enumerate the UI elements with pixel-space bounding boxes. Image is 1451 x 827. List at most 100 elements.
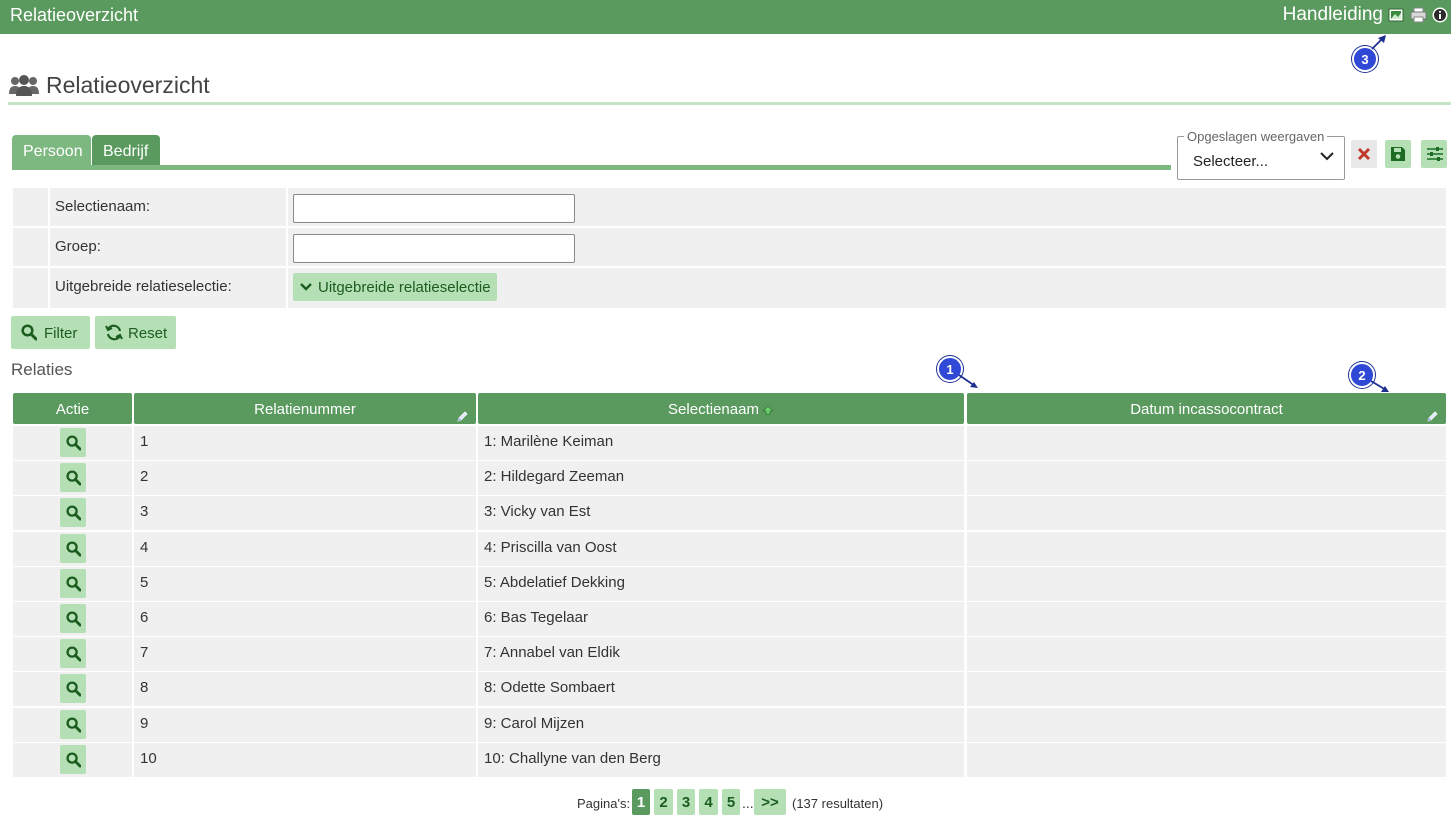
- datum-incassocontract-cell: [967, 708, 1446, 742]
- view-relation-button[interactable]: [60, 710, 86, 739]
- groep-label: Groep:: [50, 228, 286, 266]
- datum-incassocontract-cell: [967, 567, 1446, 601]
- page-title: Relatieoverzicht: [46, 72, 210, 98]
- page-button-1[interactable]: 1: [632, 789, 650, 815]
- search-icon: [66, 681, 81, 697]
- actie-cell: [13, 567, 132, 601]
- reset-button-label: Reset: [128, 325, 168, 342]
- datum-incassocontract-cell: [967, 637, 1446, 671]
- actie-cell: [13, 532, 132, 566]
- selectienaam-cell: 9: Carol Mijzen: [478, 708, 964, 742]
- selectienaam-cell: 8: Odette Sombaert: [478, 672, 964, 706]
- relatienummer-cell: 7: [134, 637, 476, 671]
- datum-incassocontract-cell: [967, 426, 1446, 460]
- advanced-selection-button[interactable]: Uitgebreide relatieselectie: [293, 273, 497, 301]
- view-relation-button[interactable]: [60, 604, 86, 633]
- selectienaam-cell: 2: Hildegard Zeeman: [478, 461, 964, 495]
- pagination: Pagina's: 1 2 3 4 5 ... >> (137 resultat…: [0, 789, 1451, 817]
- column-header-actie: Actie: [13, 393, 132, 424]
- actie-cell: [13, 708, 132, 742]
- selectienaam-input[interactable]: [293, 194, 575, 223]
- relatienummer-cell: 6: [134, 602, 476, 636]
- delete-view-button[interactable]: [1351, 140, 1377, 168]
- pagination-ellipsis: ...: [742, 795, 754, 811]
- datum-incassocontract-cell: [967, 532, 1446, 566]
- datum-incassocontract-cell: [967, 672, 1446, 706]
- actie-cell: [13, 496, 132, 530]
- column-header-selectienaam[interactable]: Selectienaam: [478, 393, 964, 424]
- pencil-icon[interactable]: [1426, 402, 1439, 422]
- groep-input[interactable]: [293, 234, 575, 263]
- datum-incassocontract-cell: [967, 743, 1446, 777]
- column-header-datum-incassocontract[interactable]: Datum incassocontract: [967, 393, 1446, 424]
- tab-underline: [12, 165, 1171, 170]
- save-view-button[interactable]: [1385, 140, 1411, 168]
- filter-button[interactable]: Filter: [11, 316, 90, 349]
- view-relation-button[interactable]: [60, 534, 86, 563]
- view-relation-button[interactable]: [60, 428, 86, 457]
- column-header-relatienummer[interactable]: Relatienummer: [134, 393, 476, 424]
- manual-link[interactable]: Handleiding: [1283, 4, 1383, 26]
- result-count: (137 resultaten): [792, 796, 884, 811]
- view-relation-button[interactable]: [60, 745, 86, 774]
- annotation-arrow-3: [1371, 35, 1386, 50]
- printer-icon[interactable]: [1410, 7, 1427, 23]
- table-row: 3 3: Vicky van Est: [0, 496, 1451, 530]
- page-button-2[interactable]: 2: [654, 789, 673, 815]
- saved-views-select[interactable]: Opgeslagen weergaven Selecteer...: [1177, 129, 1345, 180]
- image-icon[interactable]: [1388, 7, 1404, 23]
- filter-row-advanced: Uitgebreide relatieselectie: Uitgebreide…: [13, 268, 1446, 308]
- relatienummer-cell: 4: [134, 532, 476, 566]
- selectienaam-label: Selectienaam:: [50, 188, 286, 226]
- relatienummer-cell: 10: [134, 743, 476, 777]
- saved-views-legend: Opgeslagen weergaven: [1184, 129, 1328, 144]
- chevron-down-icon: [300, 283, 312, 291]
- actie-cell: [13, 426, 132, 460]
- actie-cell: [13, 637, 132, 671]
- info-icon[interactable]: [1432, 7, 1448, 23]
- filter-row-selectienaam: Selectienaam:: [13, 188, 1446, 226]
- app-title: Relatieoverzicht: [10, 5, 139, 25]
- search-icon: [66, 541, 81, 557]
- search-icon: [66, 611, 81, 627]
- search-icon: [66, 646, 81, 662]
- delete-icon: [1357, 147, 1371, 161]
- search-icon: [66, 505, 81, 521]
- selectienaam-cell: 5: Abdelatief Dekking: [478, 567, 964, 601]
- relatienummer-cell: 3: [134, 496, 476, 530]
- datum-incassocontract-cell: [967, 496, 1446, 530]
- table-row: 9 9: Carol Mijzen: [0, 708, 1451, 742]
- save-icon: [1391, 147, 1405, 161]
- actie-cell: [13, 743, 132, 777]
- selectienaam-cell: 7: Annabel van Eldik: [478, 637, 964, 671]
- section-label-relaties: Relaties: [11, 360, 73, 379]
- search-icon: [66, 435, 81, 451]
- view-relation-button[interactable]: [60, 569, 86, 598]
- selectienaam-cell: 3: Vicky van Est: [478, 496, 964, 530]
- table-row: 6 6: Bas Tegelaar: [0, 602, 1451, 636]
- heading-divider: [8, 102, 1451, 105]
- annotation-arrow-2: [1370, 380, 1389, 392]
- view-relation-button[interactable]: [60, 498, 86, 527]
- page-button-3[interactable]: 3: [677, 789, 695, 815]
- relatienummer-cell: 5: [134, 567, 476, 601]
- view-relation-button[interactable]: [60, 639, 86, 668]
- relatienummer-cell: 8: [134, 672, 476, 706]
- page-button-5[interactable]: 5: [722, 789, 740, 815]
- selectienaam-cell: 1: Marilène Keiman: [478, 426, 964, 460]
- filter-row-groep: Groep:: [13, 228, 1446, 266]
- view-relation-button[interactable]: [60, 463, 86, 492]
- relatienummer-cell: 9: [134, 708, 476, 742]
- page-next-button[interactable]: >>: [754, 789, 786, 815]
- table-row: 5 5: Abdelatief Dekking: [0, 567, 1451, 601]
- reset-button[interactable]: Reset: [95, 316, 176, 349]
- table-row: 8 8: Odette Sombaert: [0, 672, 1451, 706]
- view-relation-button[interactable]: [60, 674, 86, 703]
- pencil-icon[interactable]: [456, 402, 469, 422]
- tab-bedrijf[interactable]: Bedrijf: [92, 135, 160, 165]
- view-settings-button[interactable]: [1421, 140, 1447, 168]
- tab-persoon[interactable]: Persoon: [12, 135, 91, 165]
- actie-cell: [13, 672, 132, 706]
- datum-incassocontract-cell: [967, 602, 1446, 636]
- page-button-4[interactable]: 4: [699, 789, 718, 815]
